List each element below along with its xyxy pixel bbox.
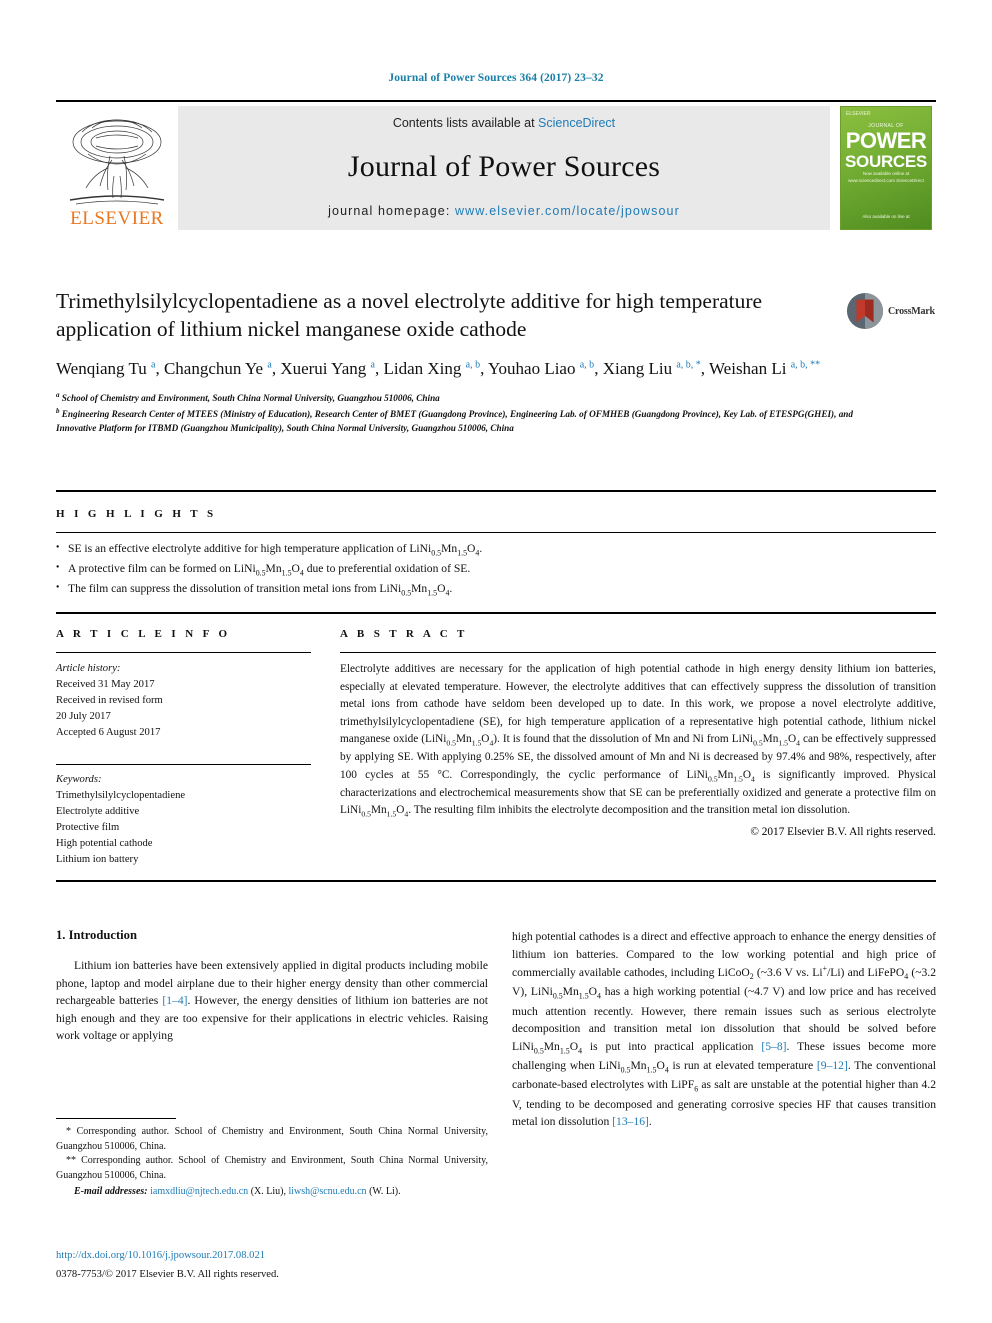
paper-page: Journal of Power Sources 364 (2017) 23–3…	[0, 0, 992, 1323]
journal-title: Journal of Power Sources	[347, 150, 661, 183]
crossmark-label: CrossMark	[888, 305, 935, 317]
abstract-text: Electrolyte additives are necessary for …	[340, 663, 936, 819]
article-history-item: Received in revised form	[56, 694, 163, 706]
footnotes-block: * Corresponding author. School of Chemis…	[56, 1118, 488, 1200]
email-link-li[interactable]: liwsh@scnu.edu.cn	[288, 1186, 366, 1197]
issn-copyright-line: 0378-7753/© 2017 Elsevier B.V. All right…	[56, 1268, 279, 1280]
keywords-block: Keywords: Trimethylsilylcyclopentadiene …	[56, 764, 311, 867]
divider-below-abstract	[56, 880, 936, 882]
keywords-divider	[56, 764, 311, 766]
doi-block: http://dx.doi.org/10.1016/j.jpowsour.201…	[56, 1248, 488, 1283]
highlights-list: SE is an effective electrolyte additive …	[56, 540, 936, 600]
divider-above-abstract	[56, 612, 936, 614]
title-block: Trimethylsilylcyclopentadiene as a novel…	[56, 288, 936, 436]
elsevier-tree-icon	[69, 119, 165, 205]
homepage-url-link[interactable]: www.elsevier.com/locate/jpowsour	[455, 204, 680, 218]
affiliation-a: a School of Chemistry and Environment, S…	[56, 390, 886, 406]
abstract-divider	[340, 652, 936, 653]
section-heading-introduction: 1. Introduction	[56, 928, 137, 942]
affiliation-a-text: School of Chemistry and Environment, Sou…	[61, 392, 440, 403]
keyword-item: Electrolyte additive	[56, 806, 140, 818]
article-info-label: A R T I C L E I N F O	[56, 628, 231, 640]
intro-paragraph-left: Lithium ion batteries have been extensiv…	[56, 959, 488, 1043]
email-name-li: (W. Li).	[369, 1186, 401, 1197]
affiliation-b-text: Engineering Research Center of MTEES (Mi…	[56, 408, 853, 433]
cover-publisher-mark: ELSEVIER	[846, 111, 871, 117]
journal-cover-thumbnail: ELSEVIER JOURNAL OF POWER SOURCES Now av…	[840, 106, 936, 230]
list-item: SE is an effective electrolyte additive …	[56, 540, 936, 560]
keyword-item: Trimethylsilylcyclopentadiene	[56, 790, 186, 802]
elsevier-wordmark: ELSEVIER	[70, 208, 164, 229]
body-column-right: high potential cathodes is a direct and …	[512, 928, 936, 1131]
cover-title-line2: SOURCES	[845, 152, 927, 171]
article-history-item: 20 July 2017	[56, 710, 111, 722]
abstract-copyright: © 2017 Elsevier B.V. All rights reserved…	[750, 826, 936, 839]
article-history: Article history: Received 31 May 2017 Re…	[56, 661, 311, 740]
contents-prefix: Contents lists available at	[392, 116, 539, 130]
highlights-section: H I G H L I G H T S SE is an effective e…	[56, 508, 936, 600]
keyword-item: High potential cathode	[56, 838, 153, 850]
elsevier-logo: ELSEVIER	[56, 106, 178, 230]
page-title: Trimethylsilylcyclopentadiene as a novel…	[56, 289, 763, 341]
cover-footer: Also available on line at	[862, 214, 910, 220]
highlights-divider	[56, 532, 936, 533]
cover-title-line1: POWER	[845, 128, 927, 153]
affiliation-a-mark: a	[56, 390, 60, 399]
contents-available-line: Contents lists available at ScienceDirec…	[393, 116, 615, 130]
divider-above-highlights	[56, 490, 936, 492]
keyword-item: Protective film	[56, 822, 120, 834]
crossmark-icon	[846, 292, 884, 330]
cover-subtitle: Now available online at www.sciencedirec…	[848, 171, 924, 183]
intro-paragraph-right: high potential cathodes is a direct and …	[512, 930, 936, 1129]
article-info-divider	[56, 652, 311, 653]
affiliation-b-mark: b	[56, 406, 60, 415]
body-column-left: 1. Introduction Lithium ion batteries ha…	[56, 928, 488, 1045]
affiliation-b: b Engineering Research Center of MTEES (…	[56, 406, 886, 436]
running-head: Journal of Power Sources 364 (2017) 23–3…	[388, 72, 604, 84]
article-history-item: Received 31 May 2017	[56, 678, 155, 690]
journal-masthead: ELSEVIER Contents lists available at Sci…	[56, 100, 936, 230]
homepage-prefix: journal homepage:	[328, 204, 455, 218]
footnote-emails: E-mail addresses: iamxdliu@njtech.edu.cn…	[56, 1185, 488, 1200]
article-history-label: Article history:	[56, 663, 121, 674]
author-list: Wenqiang Tu a, Changchun Ye a, Xuerui Ya…	[56, 359, 821, 379]
masthead-center: Contents lists available at ScienceDirec…	[178, 106, 830, 230]
cover-art: ELSEVIER JOURNAL OF POWER SOURCES Now av…	[840, 106, 932, 230]
abstract-label: A B S T R A C T	[340, 628, 468, 640]
keyword-item: Lithium ion battery	[56, 853, 139, 865]
sciencedirect-link[interactable]: ScienceDirect	[538, 116, 615, 130]
email-label: E-mail addresses:	[74, 1186, 148, 1197]
footnote-corresponding-2: ** Corresponding author. School of Chemi…	[56, 1155, 488, 1181]
article-info-section: A R T I C L E I N F O Article history: R…	[56, 628, 311, 868]
list-item: The film can suppress the dissolution of…	[56, 580, 936, 600]
article-history-item: Accepted 6 August 2017	[56, 726, 161, 738]
journal-homepage-line: journal homepage: www.elsevier.com/locat…	[328, 204, 680, 218]
affiliations: a School of Chemistry and Environment, S…	[56, 390, 886, 436]
keywords-list: Keywords: Trimethylsilylcyclopentadiene …	[56, 772, 311, 867]
abstract-section: A B S T R A C T Electrolyte additives ar…	[340, 628, 936, 838]
email-name-liu: (X. Liu),	[250, 1186, 286, 1197]
email-link-liu[interactable]: iamxdliu@njtech.edu.cn	[150, 1186, 248, 1197]
crossmark-badge[interactable]: CrossMark	[846, 290, 936, 332]
highlights-label: H I G H L I G H T S	[56, 508, 217, 520]
footnote-divider	[56, 1118, 176, 1119]
keywords-label: Keywords:	[56, 774, 102, 786]
footnote-corresponding-1: * Corresponding author. School of Chemis…	[56, 1126, 488, 1152]
list-item: A protective film can be formed on LiNi0…	[56, 560, 936, 580]
doi-link[interactable]: http://dx.doi.org/10.1016/j.jpowsour.201…	[56, 1248, 488, 1264]
